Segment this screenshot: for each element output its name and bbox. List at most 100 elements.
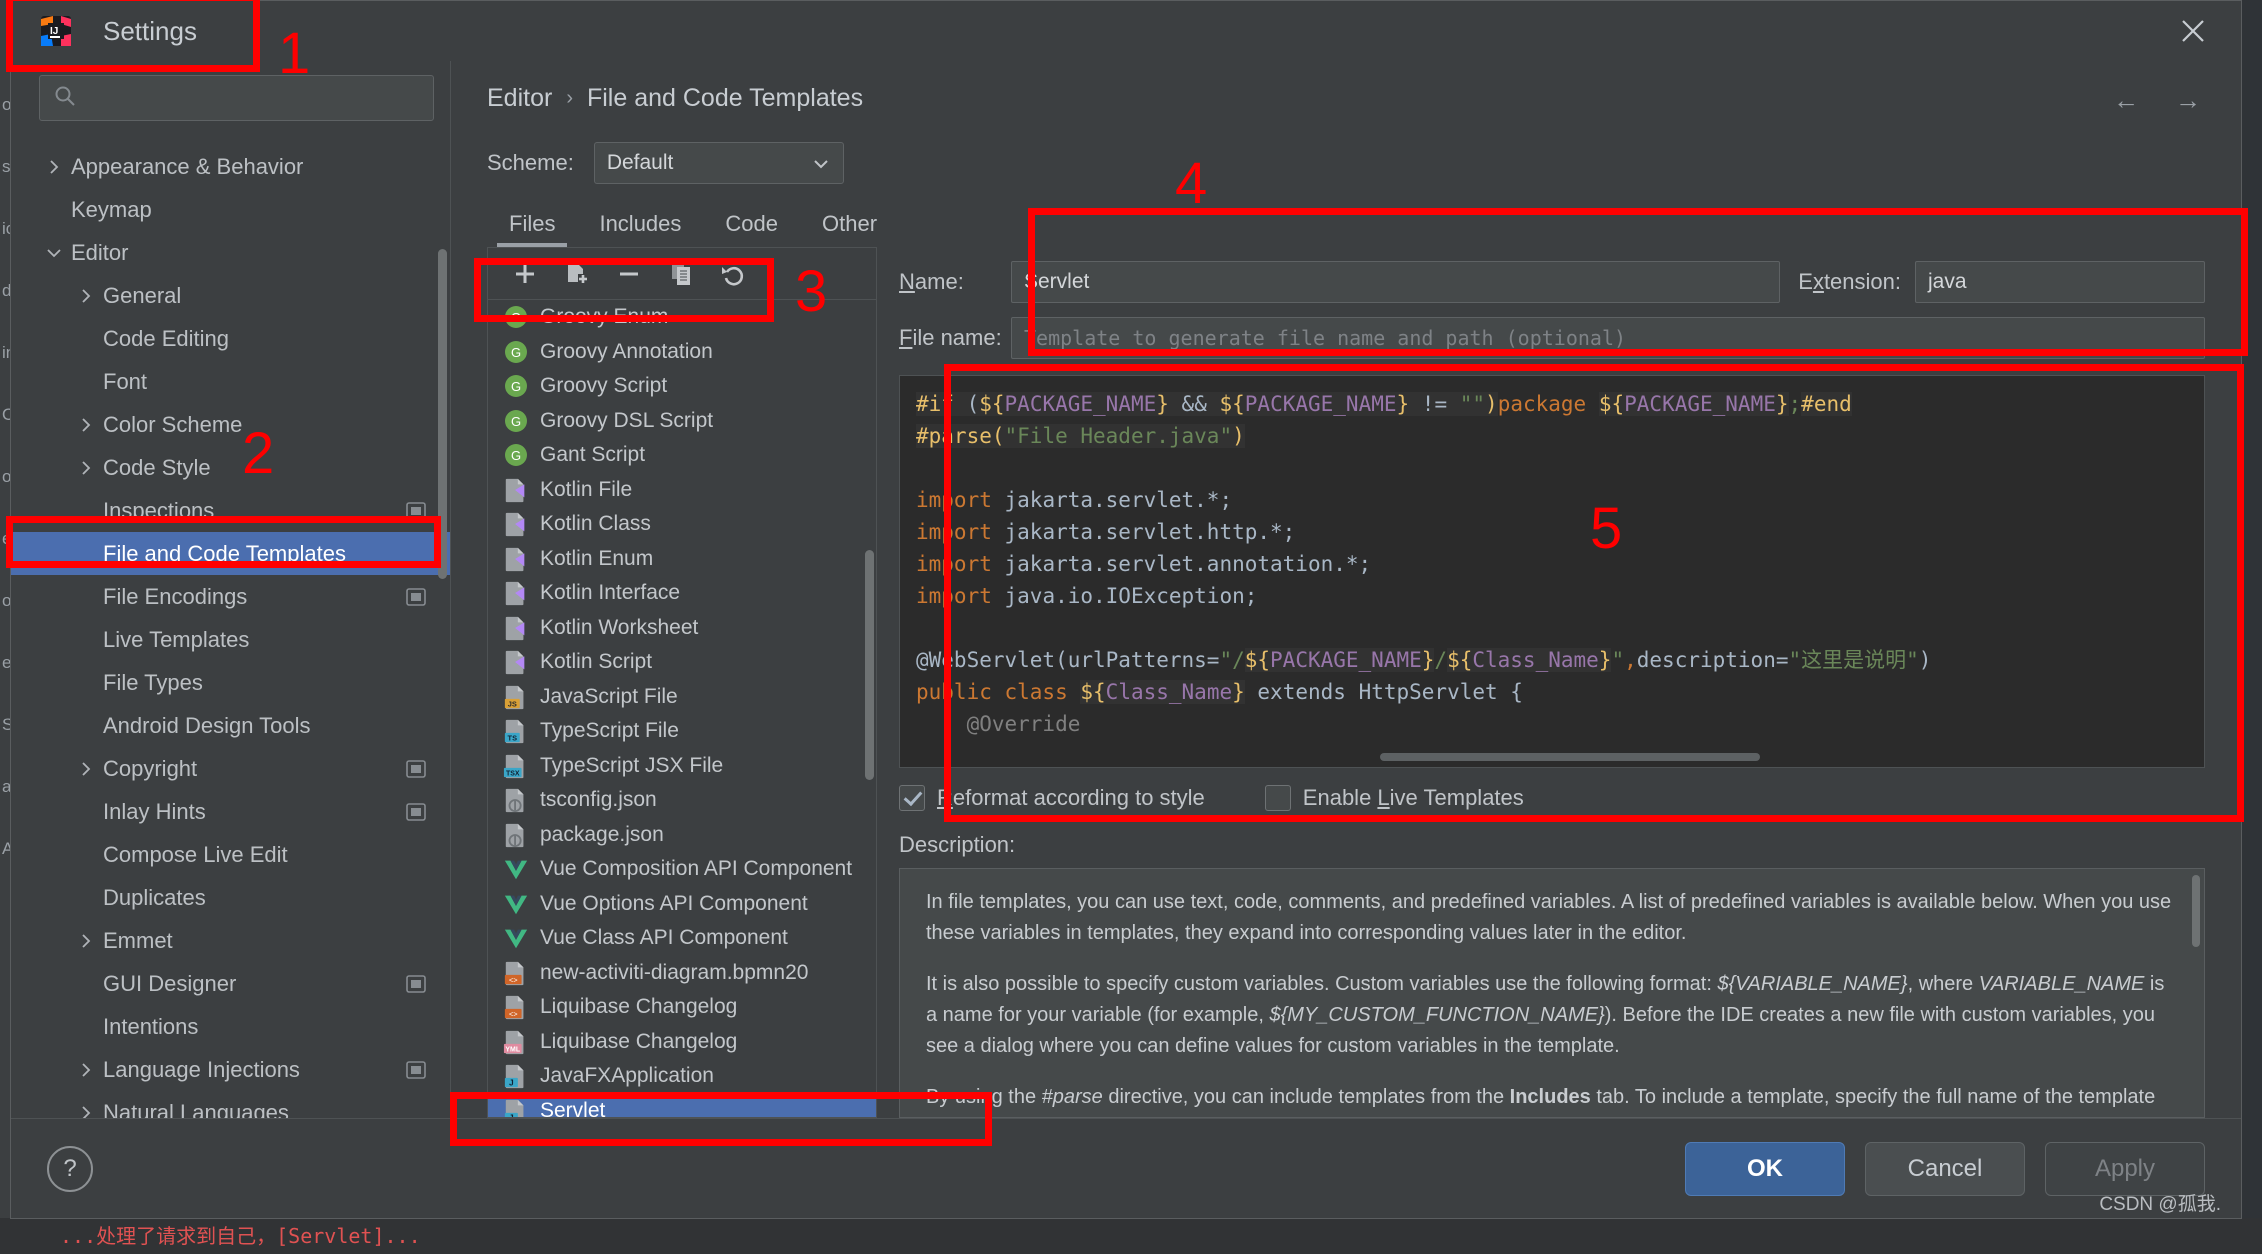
tab-includes[interactable]: Includes — [577, 201, 703, 247]
breadcrumb-parent[interactable]: Editor — [487, 84, 552, 113]
chevron-right-icon[interactable] — [73, 417, 99, 433]
sidebar-item-gui-designer[interactable]: GUI Designer — [11, 962, 450, 1005]
template-list-item[interactable]: TSX TypeScript JSX File — [488, 749, 876, 784]
reformat-checkbox[interactable] — [899, 785, 925, 811]
svg-text:G: G — [511, 379, 521, 394]
template-list-item[interactable]: Kotlin Interface — [488, 576, 876, 611]
sidebar-item-keymap[interactable]: Keymap — [11, 188, 450, 231]
tab-code[interactable]: Code — [703, 201, 800, 247]
search-box[interactable] — [39, 75, 434, 121]
sidebar-item-file-and-code-templates[interactable]: File and Code Templates — [11, 532, 450, 575]
chevron-right-icon[interactable] — [73, 933, 99, 949]
close-icon[interactable] — [2171, 9, 2215, 53]
extension-input[interactable]: java — [1915, 261, 2205, 303]
search-input[interactable] — [76, 86, 433, 110]
sidebar-item-appearance-behavior[interactable]: Appearance & Behavior — [11, 145, 450, 188]
chevron-right-icon[interactable] — [73, 460, 99, 476]
sidebar-scrollbar[interactable] — [438, 249, 447, 579]
template-list-item[interactable]: Kotlin File — [488, 473, 876, 508]
template-list-item[interactable]: J JavaFXApplication — [488, 1059, 876, 1094]
copy-template-button[interactable] — [658, 253, 704, 295]
template-list-item[interactable]: Kotlin Class — [488, 507, 876, 542]
sidebar-item-code-style[interactable]: Code Style — [11, 446, 450, 489]
sidebar-item-language-injections[interactable]: Language Injections — [11, 1048, 450, 1091]
reset-template-button[interactable] — [710, 253, 756, 295]
sidebar-item-live-templates[interactable]: Live Templates — [11, 618, 450, 661]
sidebar-item-file-types[interactable]: File Types — [11, 661, 450, 704]
cancel-button[interactable]: Cancel — [1865, 1141, 2025, 1196]
template-list-item[interactable]: G Groovy DSL Script — [488, 404, 876, 439]
template-item-label: tsconfig.json — [540, 788, 657, 812]
sidebar-item-copyright[interactable]: Copyright — [11, 747, 450, 790]
sidebar-item-inlay-hints[interactable]: Inlay Hints — [11, 790, 450, 833]
description-scrollbar[interactable] — [2192, 875, 2200, 947]
template-list-item[interactable]: TS TypeScript File — [488, 714, 876, 749]
file-name-input[interactable]: Template to generate file name and path … — [1011, 317, 2205, 359]
sidebar-item-intentions[interactable]: Intentions — [11, 1005, 450, 1048]
template-list-item[interactable]: JS JavaScript File — [488, 680, 876, 715]
sidebar-item-file-encodings[interactable]: File Encodings — [11, 575, 450, 618]
remove-template-button[interactable] — [606, 253, 652, 295]
arrow-right-icon[interactable]: → — [2175, 85, 2201, 116]
template-list-item[interactable]: YML Liquibase Changelog — [488, 1025, 876, 1060]
template-list-item[interactable]: package.json — [488, 818, 876, 853]
template-list-item[interactable]: Kotlin Enum — [488, 542, 876, 577]
editor-horizontal-scrollbar[interactable] — [1380, 753, 1760, 761]
code-token: PACKAGE_NAME — [1270, 648, 1422, 672]
sidebar-item-font[interactable]: Font — [11, 360, 450, 403]
scheme-select[interactable]: Default — [593, 142, 844, 184]
template-list-item[interactable]: Vue Options API Component — [488, 887, 876, 922]
template-list-item[interactable]: G Groovy Annotation — [488, 335, 876, 370]
help-button[interactable]: ? — [47, 1145, 93, 1192]
sidebar-item-color-scheme[interactable]: Color Scheme — [11, 403, 450, 446]
template-list-item[interactable]: <> Liquibase Changelog — [488, 990, 876, 1025]
arrow-left-icon[interactable]: ← — [2113, 85, 2139, 116]
sidebar-item-editor[interactable]: Editor — [11, 231, 450, 274]
kotlin-icon — [502, 614, 530, 642]
template-list-item[interactable]: J Servlet — [488, 1093, 876, 1117]
chevron-right-icon[interactable] — [41, 159, 67, 175]
sidebar-item-natural-languages[interactable]: Natural Languages — [11, 1091, 450, 1118]
sidebar-item-android-design-tools[interactable]: Android Design Tools — [11, 704, 450, 747]
template-list-item[interactable]: G Groovy Enum — [488, 300, 876, 335]
sidebar-item-code-editing[interactable]: Code Editing — [11, 317, 450, 360]
groovy-icon: G — [502, 407, 530, 435]
code-token: ${ — [1447, 648, 1473, 672]
sidebar-item-inspections[interactable]: Inspections — [11, 489, 450, 532]
template-toolbar — [488, 248, 876, 300]
apply-button[interactable]: Apply — [2045, 1141, 2205, 1196]
chevron-right-icon[interactable] — [73, 1105, 99, 1118]
template-list-item[interactable]: G Gant Script — [488, 438, 876, 473]
template-list-item[interactable]: tsconfig.json — [488, 783, 876, 818]
sidebar-item-duplicates[interactable]: Duplicates — [11, 876, 450, 919]
template-list-item[interactable]: Kotlin Worksheet — [488, 611, 876, 646]
template-list-item[interactable]: Vue Class API Component — [488, 921, 876, 956]
live-templates-checkbox[interactable] — [1264, 785, 1291, 811]
chevron-down-icon[interactable] — [41, 245, 67, 261]
tab-other[interactable]: Other — [800, 201, 899, 247]
chevron-right-icon[interactable] — [73, 761, 99, 777]
add-template-button[interactable] — [502, 253, 548, 295]
svg-text:J: J — [509, 1078, 514, 1088]
chevron-right-icon[interactable] — [73, 288, 99, 304]
code-token: , — [1624, 648, 1637, 672]
tab-files[interactable]: Files — [487, 201, 577, 247]
template-list-item[interactable]: <> new-activiti-diagram.bpmn20 — [488, 956, 876, 991]
create-from-file-button[interactable] — [554, 253, 600, 295]
template-list-item[interactable]: Vue Composition API Component — [488, 852, 876, 887]
code-token: Class_Name — [1105, 680, 1233, 704]
template-item-label: Kotlin File — [540, 477, 633, 501]
name-input[interactable]: Servlet — [1011, 261, 1781, 303]
sidebar-item-emmet[interactable]: Emmet — [11, 919, 450, 962]
template-code-editor[interactable]: #if (${PACKAGE_NAME} && ${PACKAGE_NAME} … — [899, 375, 2205, 768]
sidebar-item-compose-live-edit[interactable]: Compose Live Edit — [11, 833, 450, 876]
template-list-item[interactable]: Kotlin Script — [488, 645, 876, 680]
chevron-right-icon[interactable] — [73, 1062, 99, 1078]
sidebar-item-label: GUI Designer — [103, 970, 237, 996]
sidebar-item-label: Emmet — [103, 927, 173, 953]
template-list-item[interactable]: G Groovy Script — [488, 369, 876, 404]
ok-button[interactable]: OK — [1685, 1141, 1845, 1196]
sidebar-item-general[interactable]: General — [11, 274, 450, 317]
template-list-scrollbar[interactable] — [865, 550, 874, 780]
